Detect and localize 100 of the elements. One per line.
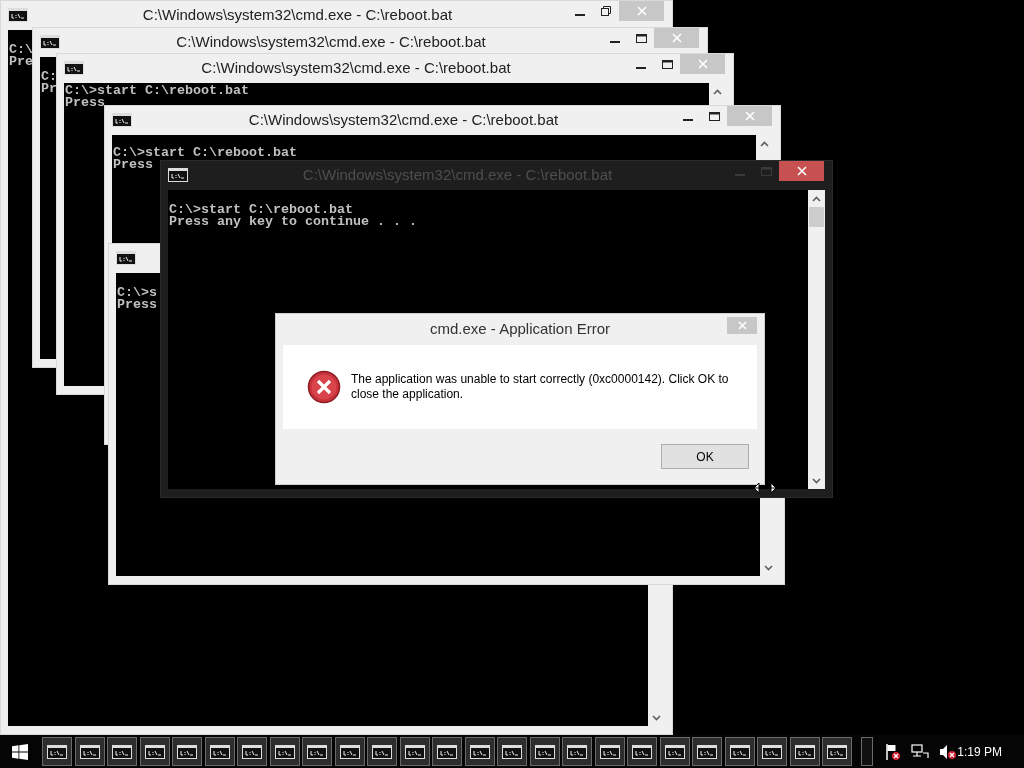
cmd-icon <box>469 744 490 759</box>
close-button[interactable] <box>779 161 824 181</box>
cmd-icon <box>144 744 165 759</box>
windows-logo-icon <box>12 743 28 760</box>
console-line: Press <box>117 299 157 311</box>
console-line: Pr <box>41 83 57 95</box>
console-line: Press <box>113 159 153 171</box>
taskbar-app-button[interactable] <box>74 737 105 766</box>
cmd-icon <box>47 744 67 759</box>
error-message: The application was unable to start correctly (0xc0000142). Click OK to close the application. <box>351 372 730 402</box>
taskbar-app-button[interactable] <box>659 737 690 766</box>
cmd-icon <box>274 744 295 759</box>
cmd-icon <box>64 61 84 75</box>
maximize-icon <box>760 166 772 176</box>
taskbar-app-button[interactable] <box>302 737 332 766</box>
console-line: C:\>start C:\reboot.bat <box>65 85 249 97</box>
error-icon <box>307 370 341 404</box>
minimize-icon <box>610 40 620 43</box>
console-line: C:\>s <box>117 287 157 299</box>
cmd-icon <box>437 744 457 759</box>
taskbar-app-button[interactable] <box>627 737 657 766</box>
taskbar-app-button[interactable] <box>594 737 625 766</box>
close-icon <box>796 166 807 176</box>
taskbar-app-button[interactable] <box>237 737 267 766</box>
restore-icon <box>601 6 611 16</box>
minimize-icon <box>636 66 646 69</box>
window-title: C:\Windows\system32\cmd.exe - C:\reboot.bat <box>176 31 486 52</box>
console-line: C:\>start C:\reboot.bat <box>113 147 297 159</box>
taskbar-app-button[interactable] <box>42 737 72 766</box>
speaker-muted-icon[interactable] <box>938 743 957 760</box>
taskbar-app-button[interactable] <box>139 737 170 766</box>
cmd-icon <box>307 744 327 759</box>
cmd-icon <box>534 744 555 759</box>
cmd-icon <box>502 744 522 759</box>
taskbar-app-button[interactable] <box>822 737 852 766</box>
window-title: C:\Windows\system32\cmd.exe - C:\reboot.bat <box>248 109 559 130</box>
taskbar-app-button[interactable] <box>269 737 300 766</box>
taskbar-app-button[interactable] <box>172 737 202 766</box>
flag-icon[interactable] <box>884 742 901 761</box>
cmd-icon <box>762 744 782 759</box>
cmd-icon <box>112 744 132 759</box>
taskbar-app-button[interactable] <box>204 737 235 766</box>
ok-button[interactable]: OK <box>661 444 749 469</box>
cmd-icon <box>794 744 815 759</box>
cmd-icon <box>372 744 392 759</box>
network-icon[interactable] <box>910 743 929 760</box>
cmd-icon <box>8 8 28 22</box>
console-line: C:\>start C:\reboot.bat <box>169 204 353 216</box>
taskbar-app-button[interactable] <box>464 737 495 766</box>
taskbar-app-button[interactable] <box>757 737 787 766</box>
taskbar-app-button[interactable] <box>399 737 430 766</box>
close-icon <box>671 33 682 43</box>
cmd-icon <box>404 744 425 759</box>
cmd-icon <box>242 744 262 759</box>
close-icon <box>636 6 647 16</box>
cmd-icon <box>599 744 620 759</box>
window-title: C:\Windows\system32\cmd.exe - C:\reboot.bat <box>201 57 511 78</box>
console-line: Press <box>65 97 105 109</box>
taskbar-app-button[interactable] <box>789 737 820 766</box>
taskbar-app-button[interactable] <box>724 737 755 766</box>
maximize-icon <box>661 59 673 69</box>
close-icon <box>737 321 747 330</box>
cmd-icon <box>729 744 750 759</box>
cmd-icon <box>112 113 132 127</box>
console-line: C: <box>41 71 57 83</box>
scrollbar[interactable] <box>808 190 825 489</box>
cmd-icon <box>632 744 652 759</box>
window-title: C:\Windows\system32\cmd.exe - C:\reboot.bat <box>142 4 453 25</box>
close-icon <box>697 59 708 69</box>
minimize-icon <box>683 118 693 121</box>
taskbar-app-button[interactable] <box>367 737 397 766</box>
console-line: Press any key to continue . . . <box>169 216 417 228</box>
taskbar-slot[interactable] <box>860 737 873 766</box>
cmd-icon <box>664 744 685 759</box>
maximize-icon <box>635 33 647 43</box>
dialog-title: cmd.exe - Application Error <box>429 319 611 340</box>
console-line: C:\ <box>9 44 33 56</box>
cmd-icon <box>827 744 847 759</box>
taskbar-app-button[interactable] <box>432 737 462 766</box>
minimize-icon <box>575 13 585 16</box>
taskbar-app-button[interactable] <box>529 737 560 766</box>
console-line: Pre <box>9 56 33 68</box>
maximize-icon <box>708 111 720 121</box>
close-icon <box>744 111 755 121</box>
cmd-icon <box>79 744 100 759</box>
taskbar-app-button[interactable] <box>692 737 722 766</box>
cmd-icon <box>40 35 60 49</box>
cmd-icon <box>697 744 717 759</box>
taskbar-app-button[interactable] <box>334 737 365 766</box>
taskbar-app-button[interactable] <box>562 737 592 766</box>
cmd-icon <box>209 744 230 759</box>
clock[interactable]: 1:19 PM <box>957 742 1002 761</box>
cmd-icon <box>339 744 360 759</box>
cmd-icon <box>116 251 136 265</box>
taskbar-app-button[interactable] <box>107 737 137 766</box>
cmd-icon <box>168 168 188 182</box>
cmd-icon <box>567 744 587 759</box>
taskbar-app-button[interactable] <box>497 737 527 766</box>
cmd-icon <box>177 744 197 759</box>
scroll-thumb[interactable] <box>809 207 824 227</box>
